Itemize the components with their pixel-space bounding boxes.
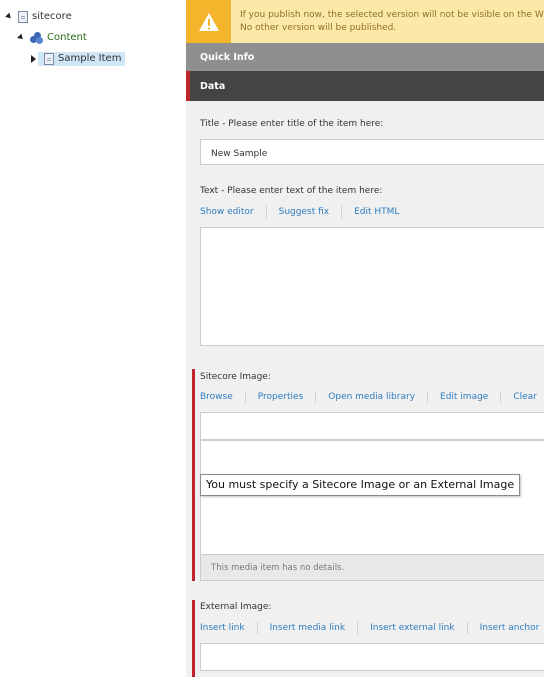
separator (315, 391, 317, 403)
warning-line-1: If you publish now, the selected version… (240, 10, 544, 20)
sitecore-document-icon (18, 10, 28, 23)
section-title: Data (200, 80, 226, 92)
warning-line-2: No other version will be published. (240, 23, 397, 33)
publish-warning-bar: If you publish now, the selected version… (186, 0, 544, 44)
insert-link-link[interactable]: Insert link (200, 623, 245, 633)
browse-link[interactable]: Browse (200, 392, 233, 402)
separator (265, 206, 267, 218)
external-image-input[interactable] (200, 643, 544, 671)
insert-anchor-link[interactable]: Insert anchor (480, 623, 540, 633)
suggest-fix-link[interactable]: Suggest fix (279, 207, 329, 217)
text-field-label: Text - Please enter text of the item her… (200, 186, 383, 196)
tree-node-content[interactable]: Content (16, 29, 87, 46)
edit-html-link[interactable]: Edit HTML (354, 207, 399, 217)
tree-node-sample-item[interactable]: Sample Item (28, 50, 126, 67)
validation-tooltip: You must specify a Sitecore Image or an … (200, 474, 521, 496)
validation-error-marker (192, 369, 195, 581)
tree-node-label[interactable]: Sample Item (58, 53, 121, 64)
warning-message: If you publish now, the selected version… (240, 9, 544, 35)
sitecore-image-preview[interactable] (200, 440, 544, 555)
validation-error-marker (192, 600, 195, 677)
media-details-text: This media item has no details. (211, 563, 345, 573)
properties-link[interactable]: Properties (258, 392, 303, 402)
section-quick-info[interactable]: Quick Info (186, 43, 544, 71)
selected-node[interactable]: Sample Item (38, 51, 126, 66)
content-editor: If you publish now, the selected version… (186, 0, 544, 677)
title-input[interactable]: New Sample (200, 139, 544, 165)
sitecore-image-path-input[interactable] (200, 412, 544, 440)
tree-node-label[interactable]: sitecore (32, 11, 72, 22)
tree-node-sitecore[interactable]: sitecore (4, 8, 72, 25)
separator (427, 391, 429, 403)
warning-icon (186, 0, 231, 43)
title-input-value[interactable]: New Sample (211, 149, 267, 159)
expand-arrow-icon[interactable] (28, 54, 38, 63)
separator (357, 622, 359, 634)
content-globe-icon (30, 31, 43, 44)
external-image-actions: Insert link Insert media link Insert ext… (200, 622, 539, 634)
clear-link[interactable]: Clear (513, 392, 537, 402)
text-field-editor[interactable] (200, 227, 544, 346)
sitecore-image-actions: Browse Properties Open media library Edi… (200, 391, 537, 403)
content-tree: sitecore Content Sample Item (0, 0, 186, 677)
separator (256, 622, 258, 634)
insert-media-link-link[interactable]: Insert media link (270, 623, 346, 633)
separator (244, 391, 246, 403)
collapse-arrow-icon[interactable] (16, 33, 26, 42)
media-details-footer: This media item has no details. (200, 555, 544, 581)
edit-image-link[interactable]: Edit image (440, 392, 488, 402)
open-media-library-link[interactable]: Open media library (328, 392, 415, 402)
separator (466, 622, 468, 634)
collapse-arrow-icon[interactable] (4, 12, 14, 21)
insert-external-link-link[interactable]: Insert external link (370, 623, 455, 633)
tree-node-label[interactable]: Content (47, 32, 87, 43)
external-image-label: External Image: (200, 602, 272, 612)
sitecore-image-label: Sitecore Image: (200, 372, 271, 382)
section-data[interactable]: Data (186, 71, 544, 101)
text-field-actions: Show editor Suggest fix Edit HTML (200, 206, 399, 218)
separator (500, 391, 502, 403)
show-editor-link[interactable]: Show editor (200, 207, 254, 217)
separator (341, 206, 343, 218)
item-document-icon (44, 52, 54, 65)
section-title: Quick Info (200, 51, 255, 63)
title-field-label: Title - Please enter title of the item h… (200, 119, 384, 129)
